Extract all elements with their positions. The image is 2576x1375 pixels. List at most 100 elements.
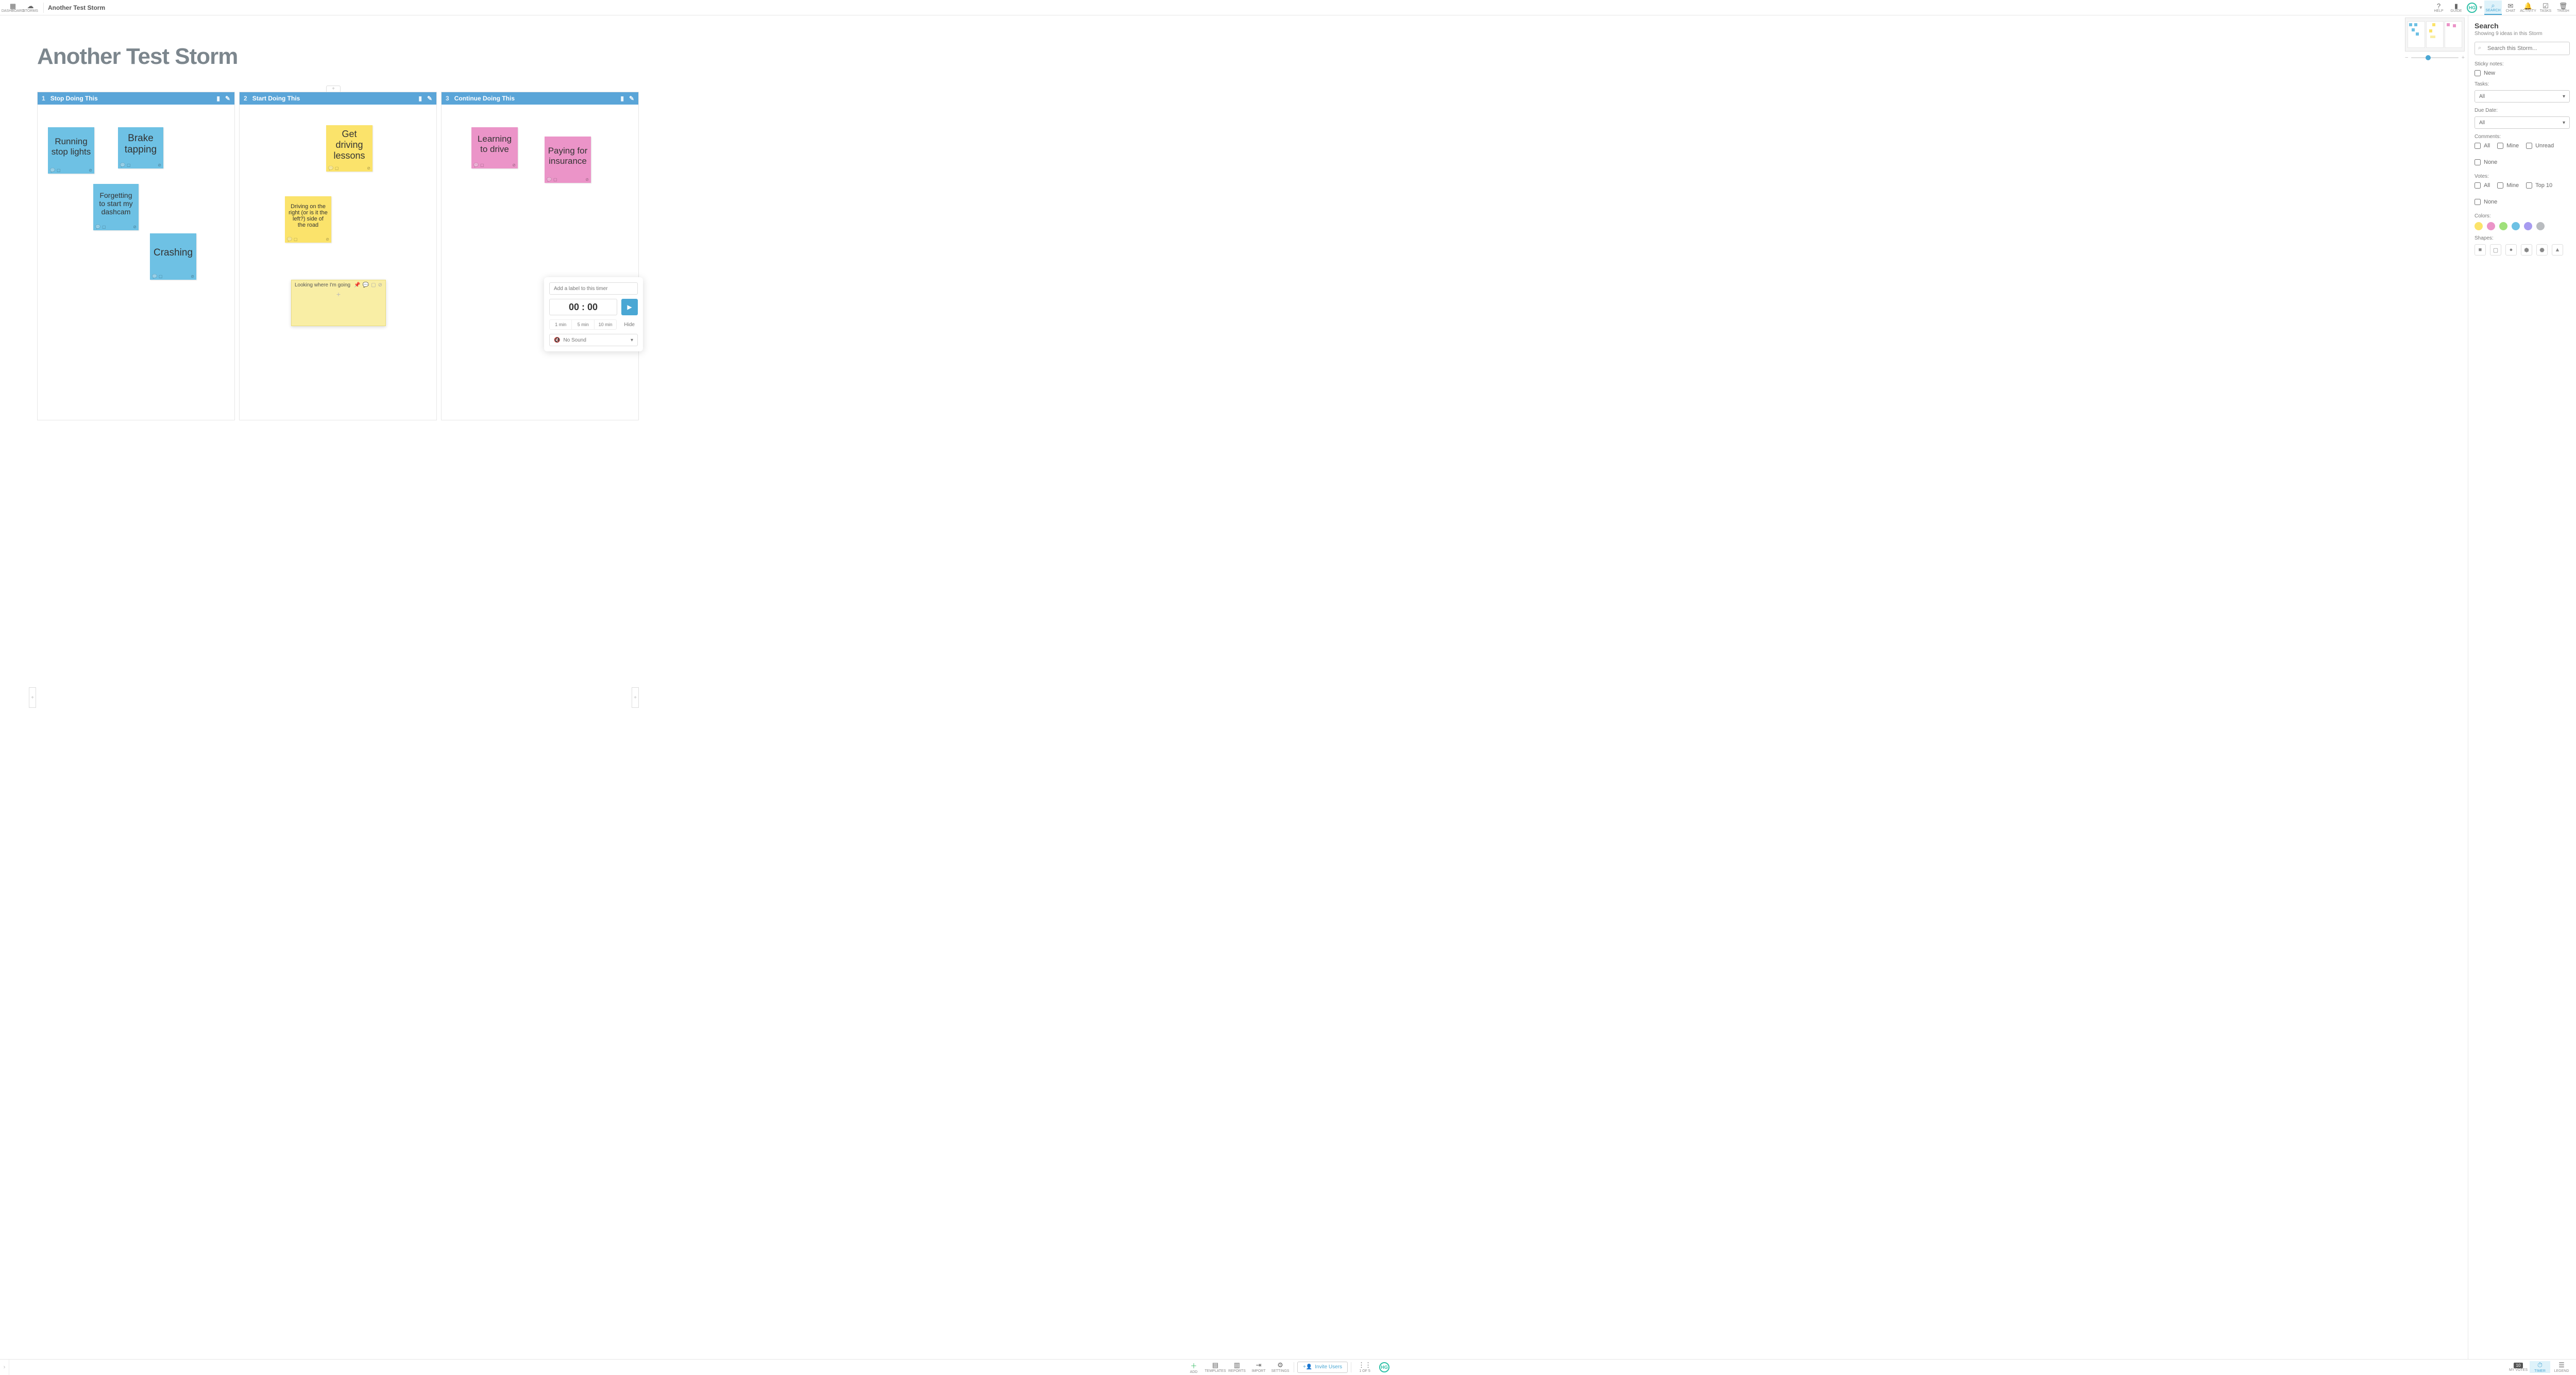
column-header[interactable]: 2 Start Doing This ▮ ✎ bbox=[240, 92, 436, 105]
minimap[interactable] bbox=[2405, 18, 2465, 52]
color-swatch[interactable] bbox=[2487, 222, 2495, 230]
filter-comment-mine[interactable]: Mine bbox=[2497, 143, 2519, 149]
shape-filter[interactable]: ⬣ bbox=[2536, 244, 2548, 256]
bt-import[interactable]: ⇥Import bbox=[1248, 1361, 1269, 1373]
timer-sound-select[interactable]: 🔇No Sound ▾ bbox=[549, 334, 638, 346]
task-icon[interactable]: ▢ bbox=[553, 177, 557, 182]
sticky-note[interactable]: Crashing 💬▢⊘ bbox=[150, 233, 196, 280]
task-icon[interactable]: ▢ bbox=[480, 163, 484, 167]
comment-icon[interactable]: 💬 bbox=[547, 177, 552, 182]
preset-5min[interactable]: 5 min bbox=[571, 320, 594, 329]
nav-dashboard[interactable]: ▦Dashboard bbox=[4, 1, 22, 15]
progress[interactable]: ⋮⋮1 of 5 bbox=[1354, 1361, 1375, 1373]
note-body[interactable]: + bbox=[292, 290, 385, 321]
scroll-right[interactable]: + bbox=[632, 687, 639, 708]
comment-icon[interactable]: 💬 bbox=[50, 168, 55, 173]
shape-filter[interactable]: ■ bbox=[2475, 244, 2486, 256]
sticky-note[interactable]: Paying for insurance 💬▢⊘ bbox=[545, 137, 591, 183]
canvas[interactable]: + Another Test Storm 1 Stop Doing This ▮… bbox=[0, 15, 2468, 1359]
filter-comment-none[interactable]: None bbox=[2475, 159, 2497, 165]
approve-icon[interactable]: ⊘ bbox=[585, 177, 589, 182]
column-body[interactable]: Get driving lessons 💬▢⊘Driving on the ri… bbox=[240, 105, 436, 420]
expand-toggle[interactable]: › bbox=[0, 1360, 9, 1375]
nav-guide[interactable]: ▮Guide bbox=[2447, 1, 2465, 15]
approve-icon[interactable]: ⊘ bbox=[158, 163, 161, 167]
pin-icon[interactable]: 📌 bbox=[354, 282, 360, 288]
shape-filter[interactable]: ⬢ bbox=[2521, 244, 2532, 256]
add-column-top[interactable]: + bbox=[326, 86, 341, 92]
color-swatch[interactable] bbox=[2536, 222, 2545, 230]
nav-search[interactable]: ⌕Search bbox=[2484, 1, 2502, 15]
invite-button[interactable]: +👤Invite Users bbox=[1297, 1362, 1348, 1373]
avatar[interactable]: HG bbox=[1379, 1362, 1389, 1372]
shape-filter[interactable]: ▲ bbox=[2552, 244, 2563, 256]
sticky-note[interactable]: Running stop lights 💬▢⊘ bbox=[48, 127, 94, 174]
bt-add[interactable]: ＋Add bbox=[1183, 1361, 1204, 1374]
filter-vote-top-10[interactable]: Top 10 bbox=[2526, 182, 2552, 189]
task-icon[interactable]: ▢ bbox=[127, 163, 131, 167]
bookmark-icon[interactable]: ▮ bbox=[418, 95, 422, 102]
task-icon[interactable]: ▢ bbox=[57, 168, 61, 173]
approve-icon[interactable]: ⊘ bbox=[89, 168, 92, 173]
scroll-left[interactable]: + bbox=[29, 687, 36, 708]
sticky-note[interactable]: Learning to drive 💬▢⊘ bbox=[471, 127, 518, 168]
sticky-note[interactable]: Brake tapping 💬▢⊘ bbox=[118, 127, 163, 168]
legend-toggle[interactable]: ☰Legend bbox=[2551, 1361, 2572, 1373]
task-icon[interactable]: ▢ bbox=[335, 166, 339, 171]
timer-play-button[interactable]: ▶ bbox=[621, 299, 638, 315]
nav-storms[interactable]: ☁Storms bbox=[22, 1, 39, 15]
preset-1min[interactable]: 1 min bbox=[550, 320, 571, 329]
approve-icon[interactable]: ⊘ bbox=[512, 163, 516, 167]
nav-chat[interactable]: ✉Chat bbox=[2502, 1, 2519, 15]
user-menu[interactable]: HG ▾ bbox=[2465, 1, 2484, 15]
timer-toggle[interactable]: ⏱Timer bbox=[2530, 1361, 2550, 1373]
comment-icon[interactable]: 💬 bbox=[120, 163, 125, 167]
edit-icon[interactable]: ✎ bbox=[225, 95, 230, 102]
due-select[interactable]: All▾ bbox=[2475, 116, 2570, 129]
filter-new[interactable]: New bbox=[2475, 70, 2570, 76]
timer-label-input[interactable] bbox=[549, 282, 638, 295]
comment-icon[interactable]: 💬 bbox=[363, 282, 369, 288]
search-input[interactable] bbox=[2475, 42, 2570, 55]
comment-icon[interactable]: 💬 bbox=[473, 163, 479, 167]
sticky-note[interactable]: Forgetting to start my dashcam 💬▢⊘ bbox=[93, 184, 139, 230]
filter-comment-unread[interactable]: Unread bbox=[2526, 143, 2554, 149]
bt-settings[interactable]: ⚙Settings bbox=[1270, 1361, 1291, 1373]
column-body[interactable]: Learning to drive 💬▢⊘Paying for insuranc… bbox=[442, 105, 638, 420]
color-swatch[interactable] bbox=[2524, 222, 2532, 230]
bt-reports[interactable]: ▥Reports bbox=[1227, 1361, 1247, 1373]
sticky-note[interactable]: Driving on the right (or is it the left?… bbox=[285, 196, 331, 243]
nav-help[interactable]: ?Help bbox=[2430, 1, 2447, 15]
bt-templates[interactable]: ▤Templates bbox=[1205, 1361, 1226, 1373]
filter-vote-mine[interactable]: Mine bbox=[2497, 182, 2519, 189]
comment-icon[interactable]: 💬 bbox=[287, 237, 292, 242]
edit-icon[interactable]: ✎ bbox=[427, 95, 432, 102]
approve-icon[interactable]: ⊘ bbox=[133, 225, 137, 229]
my-votes[interactable]: 10My Votes bbox=[2508, 1363, 2529, 1372]
zoom-in-icon[interactable]: + bbox=[2462, 55, 2465, 61]
filter-comment-all[interactable]: All bbox=[2475, 143, 2490, 149]
sticky-note[interactable]: Get driving lessons 💬▢⊘ bbox=[326, 125, 372, 172]
tasks-select[interactable]: All▾ bbox=[2475, 90, 2570, 103]
approve-icon[interactable]: ⊘ bbox=[326, 237, 329, 242]
nav-trash[interactable]: 🗑Trash bbox=[2554, 1, 2572, 15]
column-header[interactable]: 1 Stop Doing This ▮ ✎ bbox=[38, 92, 234, 105]
task-icon[interactable]: ▢ bbox=[102, 225, 106, 229]
comment-icon[interactable]: 💬 bbox=[95, 225, 100, 229]
shape-filter[interactable]: ▢ bbox=[2490, 244, 2501, 256]
filter-vote-none[interactable]: None bbox=[2475, 199, 2497, 205]
task-icon[interactable]: ▢ bbox=[371, 282, 376, 288]
zoom-out-icon[interactable]: − bbox=[2405, 55, 2408, 61]
comment-icon[interactable]: 💬 bbox=[152, 274, 157, 279]
color-swatch[interactable] bbox=[2475, 222, 2483, 230]
nav-tasks[interactable]: ☑Tasks bbox=[2537, 1, 2554, 15]
bookmark-icon[interactable]: ▮ bbox=[620, 95, 624, 102]
approve-icon[interactable]: ⊘ bbox=[367, 166, 370, 171]
bookmark-icon[interactable]: ▮ bbox=[216, 95, 220, 102]
filter-vote-all[interactable]: All bbox=[2475, 182, 2490, 189]
task-icon[interactable]: ▢ bbox=[159, 274, 163, 279]
nav-activity[interactable]: 🔔Activity bbox=[2519, 1, 2537, 15]
zoom-slider[interactable]: − + bbox=[2405, 55, 2465, 61]
timer-hide[interactable]: Hide bbox=[621, 320, 638, 330]
comment-icon[interactable]: 💬 bbox=[328, 166, 333, 171]
